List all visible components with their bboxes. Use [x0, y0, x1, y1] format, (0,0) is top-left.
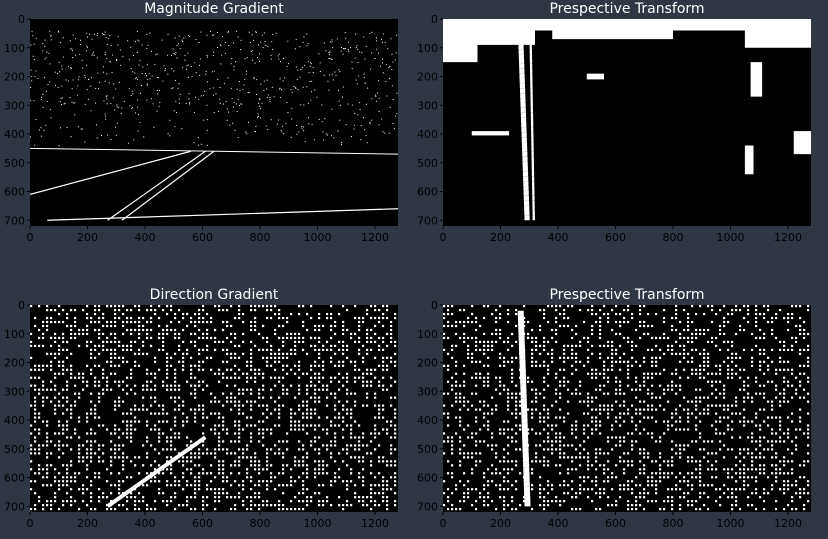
y-tick-label: 500: [417, 443, 438, 456]
subplot-1: Magnitude Gradient 0 200 400 600 800 1000 1200 0…: [4, 1, 398, 244]
y-tick-label: 0: [18, 299, 25, 312]
x-tick-label: 200: [77, 231, 98, 244]
y-tick-label: 0: [431, 299, 438, 312]
y-tick-label: 600: [417, 472, 438, 485]
subplot-3: Direction Gradient 0 200 400 600 800 1000 1200 0…: [4, 287, 398, 530]
x-tick-label: 1000: [304, 231, 332, 244]
x-tick-label: 400: [548, 517, 569, 530]
x-tick-label: 0: [440, 231, 447, 244]
x-tick-label: 200: [77, 517, 98, 530]
subplot-4: Prespective Transform0 200 400 600 800 1000 12…: [417, 287, 811, 530]
x-tick-label: 800: [663, 231, 684, 244]
x-tick-label: 800: [663, 517, 684, 530]
x-tick-label: 800: [250, 517, 271, 530]
x-tick-label: 1000: [717, 231, 745, 244]
y-tick-label: 600: [4, 186, 25, 199]
x-tick-label: 400: [548, 231, 569, 244]
x-tick-label: 800: [250, 231, 271, 244]
subplot-title: Magnitude Gradient: [144, 1, 284, 17]
x-tick-label: 600: [192, 231, 213, 244]
y-tick-label: 300: [417, 385, 438, 398]
y-tick-label: 0: [18, 13, 25, 26]
image-area: [443, 19, 811, 226]
x-tick-label: 200: [490, 517, 511, 530]
y-tick-label: 200: [417, 71, 438, 84]
x-tick-label: 1200: [774, 231, 802, 244]
figure: Magnitude Gradient 0 200 400 600 800 1000 1200 0…: [0, 0, 828, 535]
y-tick-label: 200: [4, 71, 25, 84]
y-tick-label: 200: [417, 357, 438, 370]
y-tick-label: 500: [4, 443, 25, 456]
x-tick-label: 0: [440, 517, 447, 530]
y-tick-label: 400: [4, 414, 25, 427]
x-tick-label: 600: [192, 517, 213, 530]
x-tick-label: 1000: [717, 517, 745, 530]
y-tick-label: 0: [431, 13, 438, 26]
y-tick-label: 700: [417, 500, 438, 513]
x-tick-label: 0: [27, 231, 34, 244]
y-tick-label: 400: [417, 128, 438, 141]
y-tick-label: 400: [4, 128, 25, 141]
x-tick-label: 200: [490, 231, 511, 244]
x-tick-label: 600: [605, 231, 626, 244]
y-tick-label: 200: [4, 357, 25, 370]
y-tick-label: 100: [4, 328, 25, 341]
subplot-2: Prespective Transform0 200 400 600 800 1000 12…: [417, 1, 811, 244]
y-tick-label: 100: [417, 328, 438, 341]
y-tick-label: 700: [417, 214, 438, 227]
y-tick-label: 300: [417, 99, 438, 112]
x-tick-label: 0: [27, 517, 34, 530]
x-tick-label: 600: [605, 517, 626, 530]
subplot-title: Prespective Transform: [549, 1, 704, 17]
x-tick-label: 400: [135, 231, 156, 244]
y-tick-label: 500: [4, 157, 25, 170]
y-tick-label: 300: [4, 99, 25, 112]
x-tick-label: 400: [135, 517, 156, 530]
y-tick-label: 600: [417, 186, 438, 199]
y-tick-label: 100: [4, 42, 25, 55]
x-tick-label: 1200: [774, 517, 802, 530]
image-area: [30, 19, 398, 226]
y-tick-label: 700: [4, 214, 25, 227]
x-tick-label: 1000: [304, 517, 332, 530]
y-tick-label: 100: [417, 42, 438, 55]
y-tick-label: 500: [417, 157, 438, 170]
x-tick-label: 1200: [361, 231, 389, 244]
y-tick-label: 400: [417, 414, 438, 427]
subplot-title: Prespective Transform: [549, 287, 704, 303]
y-tick-label: 600: [4, 472, 25, 485]
subplot-title: Direction Gradient: [150, 287, 279, 303]
figure-canvas: Magnitude Gradient0 200 400 600 800 1000 12000…: [4, 1, 811, 530]
y-tick-label: 700: [4, 500, 25, 513]
y-tick-label: 300: [4, 385, 25, 398]
x-tick-label: 1200: [361, 517, 389, 530]
